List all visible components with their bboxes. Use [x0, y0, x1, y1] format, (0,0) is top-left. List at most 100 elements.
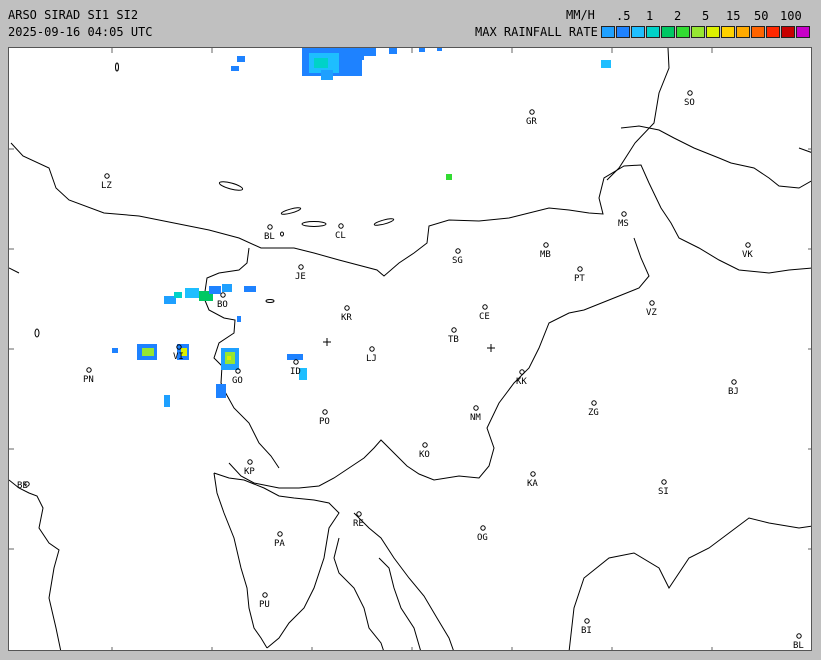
rain-echo	[216, 384, 226, 398]
city-dot	[322, 409, 328, 415]
city-label: ZG	[588, 408, 599, 418]
scale-label: 100	[780, 9, 802, 23]
color-swatch	[676, 26, 690, 38]
color-swatch	[736, 26, 750, 38]
city-marker: MB	[540, 242, 551, 260]
rain-echo	[237, 316, 241, 322]
city-dot	[277, 531, 283, 537]
city-marker: BJ	[728, 379, 739, 397]
city-marker: PA	[274, 531, 285, 549]
color-swatch	[766, 26, 780, 38]
city-dot	[293, 359, 299, 365]
city-dot	[661, 479, 667, 485]
city-marker: BO	[217, 292, 228, 310]
color-swatch	[796, 26, 810, 38]
map-borders	[9, 48, 811, 650]
city-label: VK	[742, 250, 753, 260]
rain-echo	[164, 395, 170, 407]
city-marker: BE	[17, 481, 30, 491]
city-dot	[731, 379, 737, 385]
rain-echo	[209, 286, 221, 294]
city-label: BE	[17, 481, 28, 491]
rain-echo	[174, 292, 182, 298]
city-marker: LZ	[101, 173, 112, 191]
city-label: MB	[540, 250, 551, 260]
city-dot	[369, 346, 375, 352]
city-label: BJ	[728, 387, 739, 397]
rain-echo	[364, 48, 376, 56]
color-swatch	[601, 26, 615, 38]
city-label: CL	[335, 231, 346, 241]
city-label: CE	[479, 312, 490, 322]
city-dot	[577, 266, 583, 272]
city-dot	[473, 405, 479, 411]
city-label: LZ	[101, 181, 112, 191]
scale-label: 1	[646, 9, 654, 23]
city-dot	[104, 173, 110, 179]
rain-echo	[227, 356, 231, 360]
radar-map[interactable]: SO GR LZ MS BL CL MB VK SG JE PT BO KR CE VZ TB LJ VI PN KK…	[8, 47, 812, 651]
city-label: KA	[527, 479, 538, 489]
city-dot	[482, 304, 488, 310]
city-label: TB	[448, 335, 459, 345]
city-marker: VK	[742, 242, 753, 260]
map-canvas: SO GR LZ MS BL CL MB VK SG JE PT BO KR CE VZ TB LJ VI PN KK…	[9, 48, 811, 650]
scale-label: 15	[726, 9, 741, 23]
city-label: PN	[83, 375, 94, 385]
city-marker: GO	[232, 368, 243, 386]
color-swatch	[646, 26, 660, 38]
rain-echo	[237, 56, 245, 62]
city-marker: KK	[516, 369, 527, 387]
rain-echo	[244, 286, 256, 292]
city-dot	[687, 90, 693, 96]
city-marker: PN	[83, 367, 94, 385]
city-marker: BI	[581, 618, 592, 636]
city-label: KO	[419, 450, 430, 460]
rain-echo	[389, 48, 397, 54]
city-dot	[220, 292, 226, 298]
scale-label: 50	[754, 9, 769, 23]
city-dot	[649, 300, 655, 306]
rain-echo	[142, 348, 154, 356]
city-marker: CL	[335, 223, 346, 241]
city-label: PA	[274, 539, 285, 549]
scale-label: .5	[616, 9, 631, 23]
city-dot	[745, 242, 751, 248]
rain-echo	[287, 354, 303, 360]
city-label: VZ	[646, 308, 657, 318]
city-marker: ID	[290, 359, 301, 377]
city-dot	[529, 109, 535, 115]
scale-label: 2	[674, 9, 682, 23]
city-label: SG	[452, 256, 463, 266]
city-label: MS	[618, 219, 629, 229]
scale-label: 5	[702, 9, 710, 23]
city-dot	[591, 400, 597, 406]
city-marker: RE	[353, 511, 364, 529]
color-swatch	[706, 26, 720, 38]
city-dot	[796, 633, 802, 639]
city-label: JE	[295, 272, 306, 282]
city-label: NM	[470, 413, 481, 423]
city-dot	[422, 442, 428, 448]
rain-echo	[419, 48, 425, 52]
map-ticks	[9, 48, 811, 650]
city-marker: MS	[618, 211, 629, 229]
city-label: KP	[244, 467, 255, 477]
rain-echo	[339, 48, 364, 60]
city-marker: KA	[527, 471, 538, 489]
city-label: SI	[658, 487, 669, 497]
city-dot	[344, 305, 350, 311]
city-dot	[621, 211, 627, 217]
city-dot	[267, 224, 273, 230]
city-label: GO	[232, 376, 243, 386]
city-dot	[298, 264, 304, 270]
color-swatch	[661, 26, 675, 38]
unit-label: MM/H	[566, 8, 595, 22]
city-marker: NM	[470, 405, 481, 423]
city-label: BI	[581, 626, 592, 636]
color-swatch	[616, 26, 630, 38]
city-dot	[455, 248, 461, 254]
city-label: OG	[477, 533, 488, 543]
color-swatch	[631, 26, 645, 38]
city-marker: CE	[479, 304, 490, 322]
